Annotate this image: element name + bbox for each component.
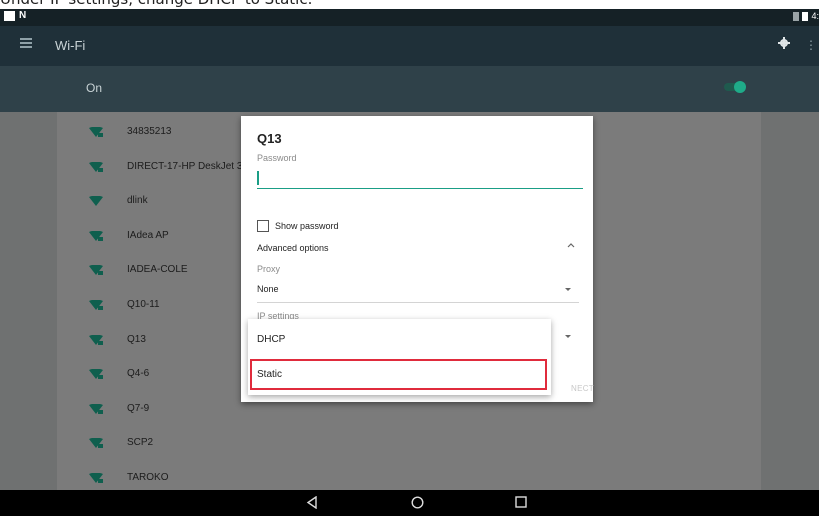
highlight-box [250,359,547,390]
back-icon[interactable] [306,496,318,509]
proxy-divider [257,302,579,303]
network-name: 34835213 [127,126,172,137]
signal-icon [793,11,800,21]
toolbar-title: Wi-Fi [55,38,86,53]
battery-icon [802,11,809,21]
network-name: TAROKO [127,472,169,483]
menu-option-dhcp[interactable]: DHCP [248,322,551,358]
navigation-bar [0,490,819,516]
wifi-switch-bar: On [0,66,819,112]
gear-icon[interactable] [778,37,790,49]
advanced-options-label[interactable]: Advanced options [257,243,329,253]
wifi-signal-icon [89,230,103,241]
show-password-checkbox[interactable] [257,220,269,232]
proxy-label: Proxy [257,264,281,274]
clock-partial: 4: [811,11,819,21]
wifi-signal-icon [89,265,103,276]
wifi-signal-icon [89,438,103,449]
wifi-toggle[interactable] [724,81,746,93]
connect-button-partial[interactable]: NECT [571,384,594,393]
wifi-signal-icon [89,403,103,414]
dialog-title: Q13 [257,131,282,146]
show-password-row[interactable]: Show password [257,220,339,232]
status-bar: N 4: [0,9,819,26]
network-name: Q10-11 [127,299,160,310]
network-name: DIRECT-17-HP DeskJet 3 [127,160,243,172]
password-input[interactable] [257,168,583,189]
menu-icon[interactable] [20,38,32,48]
network-name: Q13 [127,333,146,345]
n-notification-icon: N [19,10,27,21]
wifi-toolbar: Wi-Fi ⋮ [0,26,819,66]
switch-label: On [86,81,103,95]
chevron-up-icon[interactable] [567,242,575,248]
home-icon[interactable] [411,496,424,509]
text-cursor [257,171,259,185]
instruction-caption: Under IP settings, change DHCP to Static… [0,0,819,9]
android-screen: N 4: Wi-Fi ⋮ On 34835213 DIRECT-17-HP Des… [0,9,819,516]
wifi-signal-icon [89,369,103,380]
wifi-signal-icon [89,127,103,137]
wifi-signal-icon [89,334,103,345]
proxy-value[interactable]: None [257,284,279,294]
wifi-signal-icon [89,473,103,483]
more-options-icon[interactable]: ⋮ [805,38,817,52]
wifi-signal-icon [89,161,103,172]
recent-apps-icon[interactable] [515,496,527,508]
network-name: Q7-9 [127,402,150,414]
network-item[interactable]: SCP2 [57,427,761,461]
network-name: IAdea AP [127,229,169,241]
password-label: Password [257,153,297,163]
proxy-dropdown-arrow-icon[interactable] [565,288,571,291]
wifi-signal-icon [89,196,103,207]
wifi-signal-icon [89,300,103,310]
notification-square-icon [4,11,15,21]
ip-settings-menu: DHCP Static [248,319,551,395]
network-name: SCP2 [127,437,154,449]
ip-settings-dropdown-arrow-icon[interactable] [565,335,571,338]
network-name: dlink [127,195,148,207]
show-password-label: Show password [275,221,339,231]
network-name: IADEA-COLE [127,264,188,276]
network-name: Q4-6 [127,368,150,380]
